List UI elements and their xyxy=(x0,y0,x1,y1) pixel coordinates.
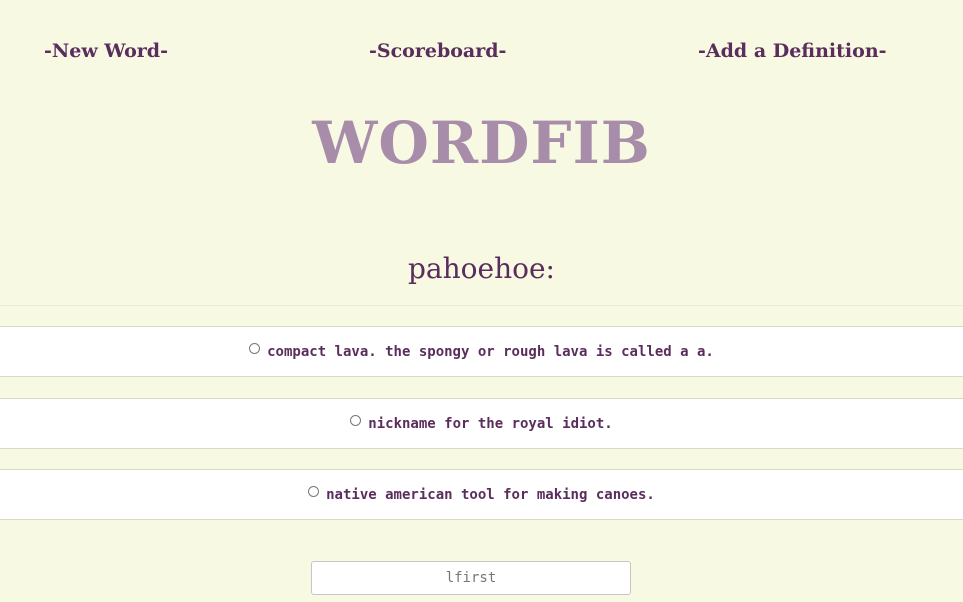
current-word: pahoehoe: xyxy=(408,252,555,285)
divider xyxy=(0,305,963,306)
radio-button[interactable] xyxy=(308,486,320,497)
definition-option[interactable]: compact lava. the spongy or rough lava i… xyxy=(0,326,963,377)
radio-button[interactable] xyxy=(249,343,261,354)
definition-label: native american tool for making canoes. xyxy=(326,486,655,503)
new-word-link[interactable]: -New Word- xyxy=(44,40,168,62)
name-input[interactable] xyxy=(311,561,631,595)
logo: WORDFIB xyxy=(312,109,651,177)
add-definition-link[interactable]: -Add a Definition- xyxy=(698,40,887,62)
scoreboard-link[interactable]: -Scoreboard- xyxy=(369,40,506,62)
definition-label: compact lava. the spongy or rough lava i… xyxy=(267,343,714,360)
definition-option[interactable]: nickname for the royal idiot. xyxy=(0,398,963,449)
radio-button[interactable] xyxy=(350,415,362,426)
definition-label: nickname for the royal idiot. xyxy=(368,415,613,432)
definition-option[interactable]: native american tool for making canoes. xyxy=(0,469,963,520)
top-nav: -New Word- -Scoreboard- -Add a Definitio… xyxy=(0,40,963,66)
